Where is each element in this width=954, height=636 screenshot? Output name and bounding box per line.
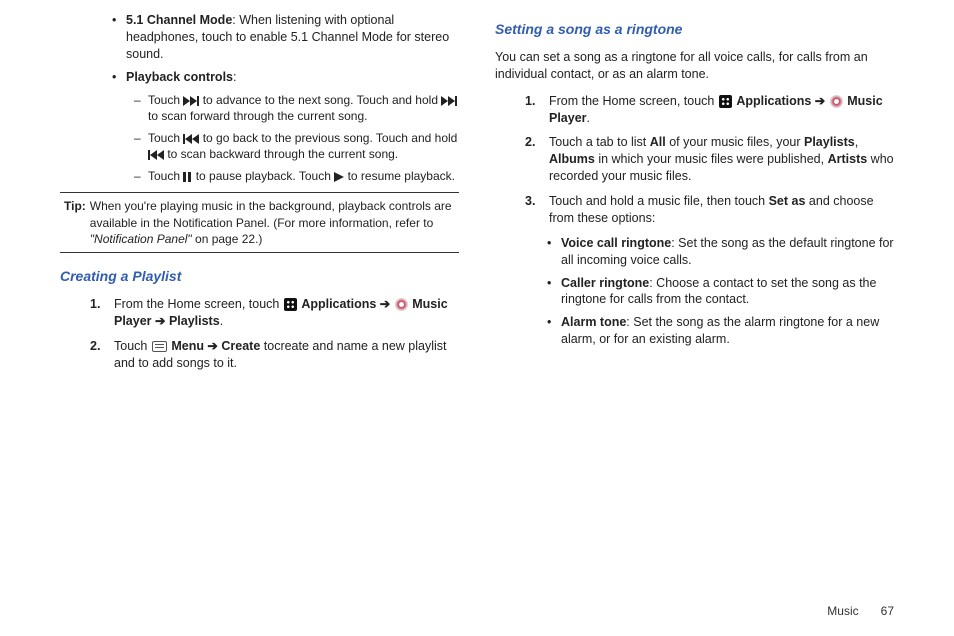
right-column: Setting a song as a ringtone You can set… <box>495 12 894 580</box>
step-1-playlist: 1. From the Home screen, touch Applicati… <box>90 296 459 330</box>
option-text: Voice call ringtone: Set the song as the… <box>561 235 894 269</box>
opt-label: Caller ringtone <box>561 276 649 290</box>
ringtone-intro: You can set a song as a ringtone for all… <box>495 49 894 83</box>
two-column-layout: • 5.1 Channel Mode: When listening with … <box>60 12 894 580</box>
left-column: • 5.1 Channel Mode: When listening with … <box>60 12 459 580</box>
sub-text: Touch to go back to the previous song. T… <box>148 130 459 162</box>
option-voice-call: • Voice call ringtone: Set the song as t… <box>547 235 894 269</box>
option-text: Caller ringtone: Choose a contact to set… <box>561 275 894 309</box>
t: to scan backward through the current son… <box>167 147 398 161</box>
dash: – <box>134 168 148 184</box>
pause-icon <box>183 172 192 182</box>
step-number: 3. <box>525 193 549 227</box>
t: When you're playing music in the backgro… <box>90 199 452 229</box>
t: Playlists <box>804 135 855 149</box>
sub-text: Touch to advance to the next song. Touch… <box>148 92 459 124</box>
bullet-channel-mode: • 5.1 Channel Mode: When listening with … <box>112 12 459 63</box>
bullet-text: 5.1 Channel Mode: When listening with op… <box>126 12 459 63</box>
step-2-playlist: 2. Touch Menu ➔ Create tocreate and name… <box>90 338 459 372</box>
step-text: Touch and hold a music file, then touch … <box>549 193 894 227</box>
tip-text: When you're playing music in the backgro… <box>90 198 459 247</box>
t: All <box>650 135 666 149</box>
applications-icon <box>719 95 732 108</box>
t: Touch <box>114 339 151 353</box>
t: Applications ➔ <box>301 297 393 311</box>
tip-label: Tip: <box>60 198 90 247</box>
step-number: 1. <box>525 93 549 127</box>
t: Touch <box>148 169 183 183</box>
dash: – <box>134 130 148 162</box>
footer-page-number: 67 <box>881 604 894 618</box>
bullet-playback-controls: • Playback controls: <box>112 69 459 86</box>
step-2-ringtone: 2. Touch a tab to list All of your music… <box>525 134 894 185</box>
step-text: From the Home screen, touch Applications… <box>114 296 459 330</box>
bullet-dot: • <box>112 12 126 63</box>
opt-label: Voice call ringtone <box>561 236 671 250</box>
menu-icon <box>152 341 167 352</box>
t: Touch <box>148 93 183 107</box>
option-text: Alarm tone: Set the song as the alarm ri… <box>561 314 894 348</box>
play-icon <box>334 172 344 182</box>
opt-label: Alarm tone <box>561 315 626 329</box>
bullet-dot: • <box>547 235 561 269</box>
t: , <box>855 135 858 149</box>
t: Touch a tab to list <box>549 135 650 149</box>
t: Touch <box>148 131 183 145</box>
t: Albums <box>549 152 595 166</box>
step-text: Touch a tab to list All of your music fi… <box>549 134 894 185</box>
t: to advance to the next song. Touch and h… <box>203 93 442 107</box>
t: From the Home screen, touch <box>549 94 718 108</box>
step-1-ringtone: 1. From the Home screen, touch Applicati… <box>525 93 894 127</box>
step-number: 2. <box>90 338 114 372</box>
bullet-dot: • <box>112 69 126 86</box>
music-player-icon <box>830 95 843 108</box>
bullet-dot: • <box>547 314 561 348</box>
t: From the Home screen, touch <box>114 297 283 311</box>
t: to go back to the previous song. Touch a… <box>203 131 458 145</box>
step-3-ringtone: 3. Touch and hold a music file, then tou… <box>525 193 894 227</box>
t: Artists <box>828 152 868 166</box>
t: of your music files, your <box>666 135 804 149</box>
t: Set as <box>769 194 806 208</box>
fast-forward-icon <box>183 96 199 106</box>
t: . <box>220 314 223 328</box>
playback-controls-label: Playback controls <box>126 70 233 84</box>
fast-forward-icon <box>441 96 457 106</box>
playback-controls-colon: : <box>233 70 236 84</box>
sub-pause-play: – Touch to pause playback. Touch to resu… <box>134 168 459 184</box>
sub-next-song: – Touch to advance to the next song. Tou… <box>134 92 459 124</box>
t: Menu ➔ Create <box>171 339 260 353</box>
t: . <box>587 111 590 125</box>
bullet-text: Playback controls: <box>126 69 459 86</box>
step-text: From the Home screen, touch Applications… <box>549 93 894 127</box>
page-footer: Music 67 <box>60 580 894 618</box>
music-player-icon <box>395 298 408 311</box>
t: to pause playback. Touch <box>196 169 335 183</box>
heading-ringtone: Setting a song as a ringtone <box>495 20 894 39</box>
t: on page 22.) <box>192 232 263 246</box>
option-caller: • Caller ringtone: Choose a contact to s… <box>547 275 894 309</box>
step-text: Touch Menu ➔ Create tocreate and name a … <box>114 338 459 372</box>
sub-prev-song: – Touch to go back to the previous song.… <box>134 130 459 162</box>
channel-mode-label: 5.1 Channel Mode <box>126 13 232 27</box>
rewind-icon <box>148 150 164 160</box>
sub-text: Touch to pause playback. Touch to resume… <box>148 168 459 184</box>
step-number: 2. <box>525 134 549 185</box>
rewind-icon <box>183 134 199 144</box>
bullet-dot: • <box>547 275 561 309</box>
step-number: 1. <box>90 296 114 330</box>
t: in which your music files were published… <box>595 152 828 166</box>
dash: – <box>134 92 148 124</box>
t: Touch and hold a music file, then touch <box>549 194 769 208</box>
tip-box: Tip: When you're playing music in the ba… <box>60 192 459 253</box>
document-page: • 5.1 Channel Mode: When listening with … <box>0 0 954 636</box>
option-alarm: • Alarm tone: Set the song as the alarm … <box>547 314 894 348</box>
footer-section: Music <box>827 604 858 618</box>
heading-creating-playlist: Creating a Playlist <box>60 267 459 286</box>
t: to resume playback. <box>348 169 455 183</box>
t: Applications ➔ <box>736 94 828 108</box>
t: to scan forward through the current song… <box>148 109 367 123</box>
applications-icon <box>284 298 297 311</box>
tip-ref: "Notification Panel" <box>90 232 192 246</box>
